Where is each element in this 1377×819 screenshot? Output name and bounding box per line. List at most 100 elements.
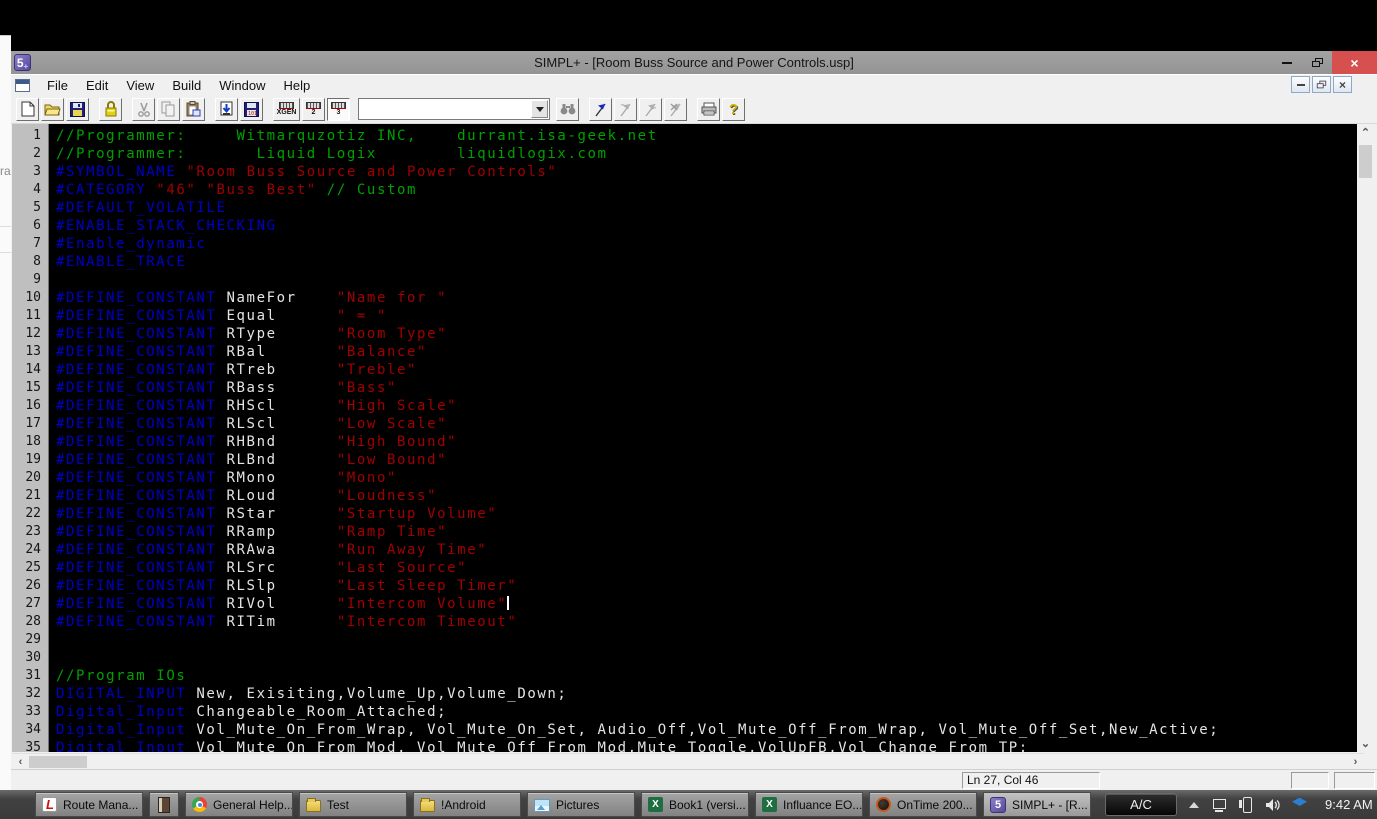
mdi-close-button[interactable]: × <box>1333 76 1352 93</box>
code-line-29[interactable] <box>56 631 1357 649</box>
cut-button[interactable] <box>132 97 155 121</box>
code-line-18[interactable]: #DEFINE_CONSTANT RHBnd "High Bound" <box>56 433 1357 451</box>
horizontal-scrollbar-thumb[interactable] <box>29 756 87 768</box>
network-icon[interactable] <box>1211 799 1227 812</box>
language-indicator-button[interactable]: A/C <box>1105 793 1177 816</box>
title-bar[interactable]: 5+ SIMPL+ - [Room Buss Source and Power … <box>11 51 1377 74</box>
taskbar-button-ontime[interactable]: OnTime 200... <box>869 792 977 817</box>
code-line-1[interactable]: //Programmer: Witmarquzotiz INC, durrant… <box>56 127 1357 145</box>
code-line-11[interactable]: #DEFINE_CONSTANT Equal " = " <box>56 307 1357 325</box>
code-line-25[interactable]: #DEFINE_CONSTANT RLSrc "Last Source" <box>56 559 1357 577</box>
mdi-minimize-button[interactable] <box>1291 76 1310 93</box>
keyboard-3-button[interactable]: 3 <box>327 97 350 121</box>
menu-edit[interactable]: Edit <box>77 76 117 95</box>
clock[interactable]: 9:42 AM <box>1325 797 1373 812</box>
code-line-7[interactable]: #Enable_dynamic <box>56 235 1357 253</box>
code-line-19[interactable]: #DEFINE_CONSTANT RLBnd "Low Bound" <box>56 451 1357 469</box>
code-line-2[interactable]: //Programmer: Liquid Logix liquidlogix.c… <box>56 145 1357 163</box>
taskbar-button-excel[interactable]: Book1 (versi... <box>641 792 749 817</box>
dropbox-icon[interactable] <box>1292 797 1307 806</box>
scroll-up-arrow[interactable]: ⌃ <box>1357 124 1374 141</box>
save-file-button[interactable] <box>66 97 89 121</box>
code-line-33[interactable]: Digital_Input Changeable_Room_Attached; <box>56 703 1357 721</box>
lock-button[interactable] <box>99 97 122 121</box>
volume-icon[interactable] <box>1265 798 1280 812</box>
help-button[interactable]: ? <box>722 97 745 121</box>
xgen-button[interactable]: XGEN <box>273 97 300 121</box>
close-button[interactable]: × <box>1332 51 1377 74</box>
code-line-32[interactable]: DIGITAL_INPUT New, Exisiting,Volume_Up,V… <box>56 685 1357 703</box>
bookmark-next-button[interactable] <box>614 97 637 121</box>
taskbar-button-chrome[interactable]: General Help... <box>185 792 293 817</box>
menu-file[interactable]: File <box>38 76 77 95</box>
code-token: #DEFINE_CONSTANT <box>56 470 217 486</box>
code-line-13[interactable]: #DEFINE_CONSTANT RBal "Balance" <box>56 343 1357 361</box>
background-window-strip[interactable]: ra <box>0 35 11 790</box>
print-button[interactable] <box>697 97 720 121</box>
code-line-21[interactable]: #DEFINE_CONSTANT RLoud "Loudness" <box>56 487 1357 505</box>
vertical-scrollbar[interactable]: ⌃ ⌄ <box>1357 124 1374 752</box>
menu-build[interactable]: Build <box>163 76 210 95</box>
vertical-scrollbar-thumb[interactable] <box>1359 145 1372 178</box>
code-token: Digital_Input <box>56 704 187 720</box>
restore-button[interactable] <box>1302 51 1332 74</box>
code-line-6[interactable]: #ENABLE_STACK_CHECKING <box>56 217 1357 235</box>
phone-icon[interactable] <box>1239 797 1253 813</box>
taskbar-button-excel[interactable]: Influance EO... <box>755 792 863 817</box>
code-line-10[interactable]: #DEFINE_CONSTANT NameFor "Name for " <box>56 289 1357 307</box>
new-file-button[interactable] <box>16 97 39 121</box>
combobox-dropdown-button[interactable] <box>531 100 548 118</box>
code-line-9[interactable] <box>56 271 1357 289</box>
code-line-22[interactable]: #DEFINE_CONSTANT RStar "Startup Volume" <box>56 505 1357 523</box>
menu-window[interactable]: Window <box>210 76 274 95</box>
bookmark-previous-button[interactable] <box>639 97 662 121</box>
open-file-button[interactable] <box>41 97 64 121</box>
code-line-28[interactable]: #DEFINE_CONSTANT RITim "Intercom Timeout… <box>56 613 1357 631</box>
scroll-down-arrow[interactable]: ⌄ <box>1357 735 1374 752</box>
code-line-35[interactable]: Digital_Input Vol_Mute_On_From_Mod, Vol_… <box>56 739 1357 752</box>
keyboard-2-button[interactable]: 2 <box>302 97 325 121</box>
code-line-31[interactable]: //Program IOs <box>56 667 1357 685</box>
code-line-24[interactable]: #DEFINE_CONSTANT RRAwa "Run Away Time" <box>56 541 1357 559</box>
taskbar-button-pictures[interactable]: Pictures <box>527 792 635 817</box>
find-button[interactable] <box>556 97 579 121</box>
taskbar-button-route-manager[interactable]: Route Mana... <box>35 792 143 817</box>
code-line-3[interactable]: #SYMBOL_NAME "Room Buss Source and Power… <box>56 163 1357 181</box>
horizontal-scrollbar[interactable]: ‹ › <box>12 753 1364 769</box>
copy-button[interactable] <box>157 97 180 121</box>
code-line-15[interactable]: #DEFINE_CONSTANT RBass "Bass" <box>56 379 1357 397</box>
code-line-23[interactable]: #DEFINE_CONSTANT RRamp "Ramp Time" <box>56 523 1357 541</box>
compile-button[interactable]: 101 <box>240 97 263 121</box>
search-combobox[interactable] <box>358 98 550 120</box>
code-line-14[interactable]: #DEFINE_CONSTANT RTreb "Treble" <box>56 361 1357 379</box>
search-input[interactable] <box>361 100 526 118</box>
code-line-30[interactable] <box>56 649 1357 667</box>
menu-view[interactable]: View <box>117 76 163 95</box>
taskbar-button-book[interactable] <box>149 792 179 817</box>
paste-button[interactable] <box>182 97 205 121</box>
code-line-26[interactable]: #DEFINE_CONSTANT RLSlp "Last Sleep Timer… <box>56 577 1357 595</box>
taskbar-button-folder[interactable]: !Android <box>413 792 521 817</box>
taskbar-button-simpl[interactable]: 5 SIMPL+ - [R... <box>983 792 1091 817</box>
code-line-34[interactable]: Digital_Input Vol_Mute_On_From_Wrap, Vol… <box>56 721 1357 739</box>
bookmark-clear-button[interactable] <box>664 97 687 121</box>
bookmark-toggle-button[interactable] <box>589 97 612 121</box>
code-line-12[interactable]: #DEFINE_CONSTANT RType "Room Type" <box>56 325 1357 343</box>
code-line-8[interactable]: #ENABLE_TRACE <box>56 253 1357 271</box>
import-symbol-button[interactable] <box>215 97 238 121</box>
code-line-16[interactable]: #DEFINE_CONSTANT RHScl "High Scale" <box>56 397 1357 415</box>
mdi-restore-button[interactable] <box>1312 76 1331 93</box>
menu-help[interactable]: Help <box>274 76 319 95</box>
code-line-27[interactable]: #DEFINE_CONSTANT RIVol "Intercom Volume" <box>56 595 1357 613</box>
code-line-20[interactable]: #DEFINE_CONSTANT RMono "Mono" <box>56 469 1357 487</box>
minimize-button[interactable] <box>1272 51 1302 74</box>
show-hidden-icons-button[interactable] <box>1189 797 1199 808</box>
code-area[interactable]: //Programmer: Witmarquzotiz INC, durrant… <box>49 124 1357 752</box>
scroll-right-arrow[interactable]: › <box>1347 754 1364 770</box>
scroll-left-arrow[interactable]: ‹ <box>12 754 29 770</box>
taskbar-button-folder[interactable]: Test <box>299 792 407 817</box>
code-line-4[interactable]: #CATEGORY "46" "Buss Best" // Custom <box>56 181 1357 199</box>
code-line-17[interactable]: #DEFINE_CONSTANT RLScl "Low Scale" <box>56 415 1357 433</box>
code-line-5[interactable]: #DEFAULT_VOLATILE <box>56 199 1357 217</box>
document-icon[interactable] <box>15 78 30 92</box>
